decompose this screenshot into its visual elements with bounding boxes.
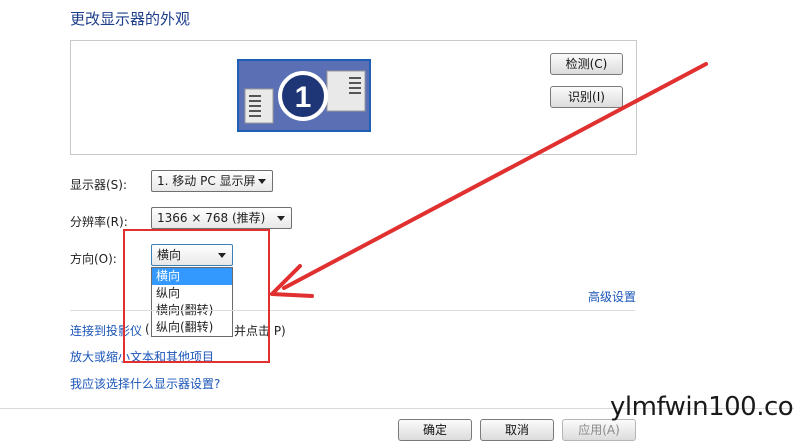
display-select-value: 1. 移动 PC 显示屏 [157, 174, 256, 188]
resolution-label: 分辨率(R): [70, 215, 128, 229]
orientation-label: 方向(O): [70, 252, 117, 266]
annotation-arrow [270, 62, 708, 298]
watermark: ylmfwin100.com [610, 392, 794, 422]
resolution-select-value: 1366 × 768 (推荐) [157, 211, 266, 225]
display-select[interactable]: 1. 移动 PC 显示屏 [151, 170, 273, 192]
highlight-box [123, 229, 270, 363]
display-label: 显示器(S): [70, 178, 128, 192]
display-settings-help-link[interactable]: 我应该选择什么显示器设置? [70, 375, 220, 392]
page-title: 更改显示器的外观 [70, 10, 191, 28]
